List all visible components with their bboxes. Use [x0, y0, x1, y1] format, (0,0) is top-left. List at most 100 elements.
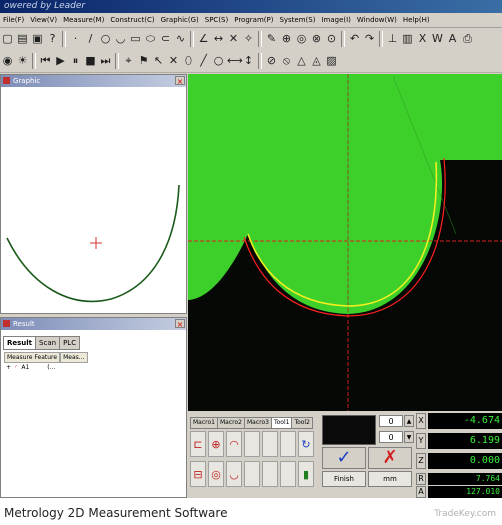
empty-tool-slot[interactable] [244, 431, 260, 457]
height-tool-icon[interactable]: ↕ [242, 53, 255, 69]
menu-graphic[interactable]: Graphic(G) [158, 13, 202, 27]
stop-icon[interactable]: ■ [84, 53, 97, 69]
rectangle-icon[interactable]: ▭ [129, 31, 142, 47]
print-icon[interactable]: ⎙ [461, 31, 474, 47]
empty-tool-slot[interactable] [280, 431, 296, 457]
column-measure-feature[interactable]: Measure Feature [4, 352, 61, 363]
axis-label-y[interactable]: Y [416, 433, 426, 449]
step-forward-icon[interactable]: ⏭ [99, 53, 112, 69]
play-icon[interactable]: ▶ [54, 53, 67, 69]
line-icon[interactable]: / [84, 31, 97, 47]
finish-button[interactable]: Finish [322, 471, 366, 487]
triangle-icon[interactable]: △ [295, 53, 308, 69]
open-file-icon[interactable]: ▤ [16, 31, 29, 47]
save-icon[interactable]: ▣ [31, 31, 44, 47]
column-measurement[interactable]: Meas... [60, 352, 88, 363]
flag-icon[interactable]: ⚑ [137, 53, 150, 69]
crosshair-icon[interactable]: ⊗ [310, 31, 323, 47]
distance-icon[interactable]: ↔ [212, 31, 225, 47]
slot-icon[interactable]: ⊂ [159, 31, 172, 47]
camera-icon[interactable]: ◉ [1, 53, 14, 69]
unit-button[interactable]: mm [368, 471, 412, 487]
arc-icon[interactable]: ◡ [114, 31, 127, 47]
forbid-icon[interactable]: ⦸ [280, 53, 293, 69]
tab-macro2[interactable]: Macro2 [216, 417, 245, 429]
cross-icon[interactable]: ✕ [167, 53, 180, 69]
empty-tool-slot[interactable] [280, 461, 296, 487]
tab-tool1[interactable]: Tool1 [270, 417, 293, 429]
empty-tool-slot[interactable] [262, 461, 278, 487]
arc-fit-tool-button[interactable]: ◡ [226, 461, 242, 487]
menu-window[interactable]: Window(W) [354, 13, 400, 27]
menu-file[interactable]: File(F) [0, 13, 27, 27]
oval-tool-icon[interactable]: ⬯ [182, 53, 195, 69]
step-back-icon[interactable]: ⏮ [39, 53, 52, 69]
menu-system[interactable]: System(S) [276, 13, 318, 27]
tab-plc[interactable]: PLC [59, 336, 81, 350]
circle-icon[interactable]: ○ [99, 31, 112, 47]
line-tool-icon[interactable]: ╱ [197, 53, 210, 69]
circle-fit-tool-button[interactable]: ◎ [208, 461, 224, 487]
menu-view[interactable]: View(V) [27, 13, 60, 27]
ellipse-icon[interactable]: ⬭ [144, 31, 157, 47]
focus-icon[interactable]: ⌖ [122, 53, 135, 69]
axis-label-a[interactable]: A [416, 486, 426, 498]
spin-bottom-value[interactable]: 0 [379, 431, 403, 443]
word-icon[interactable]: W [431, 31, 444, 47]
graphic-canvas[interactable] [1, 87, 186, 313]
text-icon[interactable]: A [446, 31, 459, 47]
circle-target-tool-button[interactable]: ⊕ [208, 431, 224, 457]
undo-icon[interactable]: ↶ [348, 31, 361, 47]
arc-tool-button[interactable]: ◠ [226, 431, 242, 457]
spin-top-value[interactable]: 0 [379, 415, 403, 427]
empty-tool-slot[interactable] [262, 431, 278, 457]
spin-down-icon[interactable]: ▼ [404, 431, 414, 443]
no-entry-icon[interactable]: ⊘ [265, 53, 278, 69]
empty-tool-slot[interactable] [244, 461, 260, 487]
angle-icon[interactable]: ∠ [197, 31, 210, 47]
origin-icon[interactable]: ⊙ [325, 31, 338, 47]
scan-tool-button[interactable]: ↻ [298, 431, 314, 457]
align-icon[interactable]: ⊥ [386, 31, 399, 47]
circle-measure-icon[interactable]: ◎ [295, 31, 308, 47]
edge-tool-button[interactable]: ⊏ [190, 431, 206, 457]
menu-program[interactable]: Program(P) [231, 13, 276, 27]
tab-scan[interactable]: Scan [35, 336, 61, 350]
cursor-icon[interactable]: ↖ [152, 53, 165, 69]
confirm-button[interactable]: ✓ [322, 447, 366, 469]
menu-help[interactable]: Help(H) [400, 13, 433, 27]
menu-image[interactable]: Image(I) [318, 13, 353, 27]
help-pointer-icon[interactable]: ? [46, 31, 59, 47]
tab-macro1[interactable]: Macro1 [190, 417, 218, 429]
target-icon[interactable]: ⊕ [280, 31, 293, 47]
pause-icon[interactable]: ⏸ [69, 53, 82, 69]
camera-view[interactable] [188, 74, 502, 411]
expand-icon[interactable]: + [4, 363, 13, 373]
spin-up-icon[interactable]: ▲ [404, 415, 414, 427]
edit-icon[interactable]: ✎ [265, 31, 278, 47]
menu-measure[interactable]: Measure(M) [60, 13, 107, 27]
cancel-button[interactable]: ✗ [368, 447, 412, 469]
delta-icon[interactable]: ◬ [310, 53, 323, 69]
axis-label-x[interactable]: X [416, 413, 426, 429]
point-icon[interactable]: · [69, 31, 82, 47]
circle-tool-icon[interactable]: ○ [212, 53, 225, 69]
redo-icon[interactable]: ↷ [363, 31, 376, 47]
tab-result[interactable]: Result [3, 336, 37, 350]
result-close-button[interactable]: × [175, 319, 185, 329]
menu-construct[interactable]: Construct(C) [107, 13, 157, 27]
new-file-icon[interactable]: ▢ [1, 31, 14, 47]
menu-spc[interactable]: SPC(S) [202, 13, 231, 27]
excel-icon[interactable]: X [416, 31, 429, 47]
tab-tool2[interactable]: Tool2 [291, 417, 313, 429]
graphic-close-button[interactable]: × [175, 76, 185, 86]
hatch-icon[interactable]: ▨ [325, 53, 338, 69]
width-tool-icon[interactable]: ⟷ [227, 53, 243, 69]
report-icon[interactable]: ▥ [401, 31, 414, 47]
caliper-tool-button[interactable]: ⊟ [190, 461, 206, 487]
curve-icon[interactable]: ∿ [174, 31, 187, 47]
table-row[interactable]: + ◜ A1 (... [4, 363, 184, 373]
wand-icon[interactable]: ✧ [242, 31, 255, 47]
tab-macro3[interactable]: Macro3 [243, 417, 272, 429]
intersect-icon[interactable]: ✕ [227, 31, 240, 47]
